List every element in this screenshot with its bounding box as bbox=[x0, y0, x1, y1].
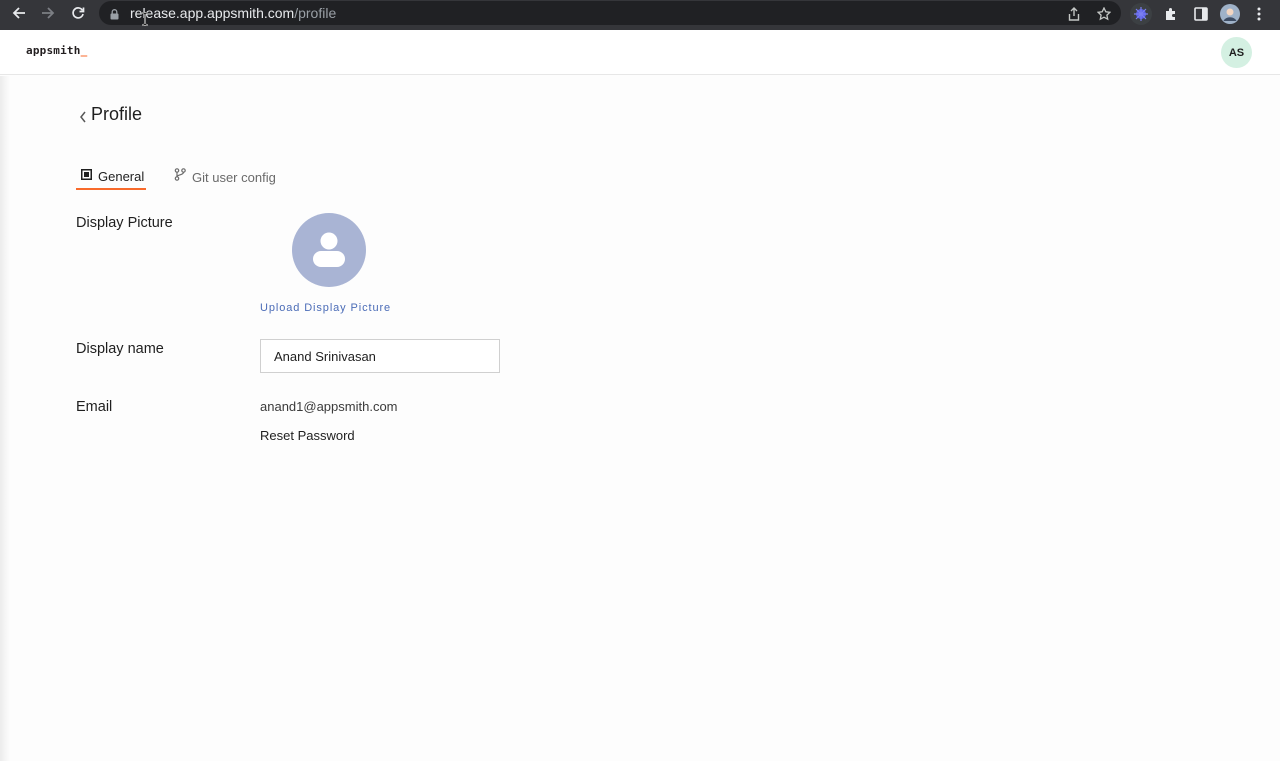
url-path: /profile bbox=[294, 5, 337, 21]
tab-general-label: General bbox=[98, 168, 145, 184]
text-cursor-icon bbox=[141, 12, 149, 31]
share-icon[interactable] bbox=[1065, 5, 1083, 23]
browser-toolbar: release.app.appsmith.com/profile bbox=[0, 0, 1280, 30]
page-title: Profile bbox=[91, 104, 143, 124]
extensions-puzzle-icon[interactable] bbox=[1160, 3, 1182, 25]
reset-password-link[interactable]: Reset Password bbox=[260, 428, 355, 443]
upload-display-picture-link[interactable]: Upload Display Picture bbox=[260, 302, 391, 314]
back-arrow-icon[interactable] bbox=[4, 0, 34, 26]
git-branch-icon bbox=[174, 168, 186, 186]
tab-general[interactable]: General bbox=[76, 164, 146, 190]
appsmith-logo[interactable]: appsmith_ bbox=[26, 44, 87, 57]
user-silhouette-icon bbox=[313, 232, 345, 267]
address-bar[interactable]: release.app.appsmith.com/profile bbox=[99, 1, 1121, 25]
side-panel-icon[interactable] bbox=[1190, 3, 1212, 25]
forward-arrow-icon[interactable] bbox=[33, 0, 63, 26]
left-edge-shadow bbox=[0, 76, 10, 761]
back-chevron-icon[interactable] bbox=[79, 110, 87, 128]
app-header: appsmith_ AS bbox=[0, 30, 1280, 75]
logo-cursor: _ bbox=[80, 44, 88, 57]
browser-menu-icon[interactable] bbox=[1248, 3, 1270, 25]
tab-git-user-config[interactable]: Git user config bbox=[174, 164, 276, 190]
user-avatar[interactable]: AS bbox=[1221, 37, 1252, 68]
browser-profile-avatar[interactable] bbox=[1219, 3, 1241, 25]
display-picture-avatar[interactable] bbox=[292, 213, 366, 287]
lock-icon bbox=[110, 7, 119, 25]
extension-spark-icon[interactable] bbox=[1130, 3, 1152, 25]
url-host: release.app.appsmith.com bbox=[130, 5, 295, 21]
reload-icon[interactable] bbox=[63, 0, 93, 26]
display-name-input[interactable] bbox=[260, 339, 500, 373]
general-tab-icon bbox=[81, 167, 92, 185]
logo-text: appsmith bbox=[26, 44, 81, 57]
email-value: anand1@appsmith.com bbox=[260, 399, 398, 414]
display-picture-label: Display Picture bbox=[76, 215, 173, 231]
display-name-label: Display name bbox=[76, 341, 164, 357]
email-label: Email bbox=[76, 399, 113, 415]
bookmark-star-icon[interactable] bbox=[1095, 5, 1113, 23]
tab-git-label: Git user config bbox=[192, 169, 276, 185]
url-text: release.app.appsmith.com/profile bbox=[130, 5, 336, 21]
